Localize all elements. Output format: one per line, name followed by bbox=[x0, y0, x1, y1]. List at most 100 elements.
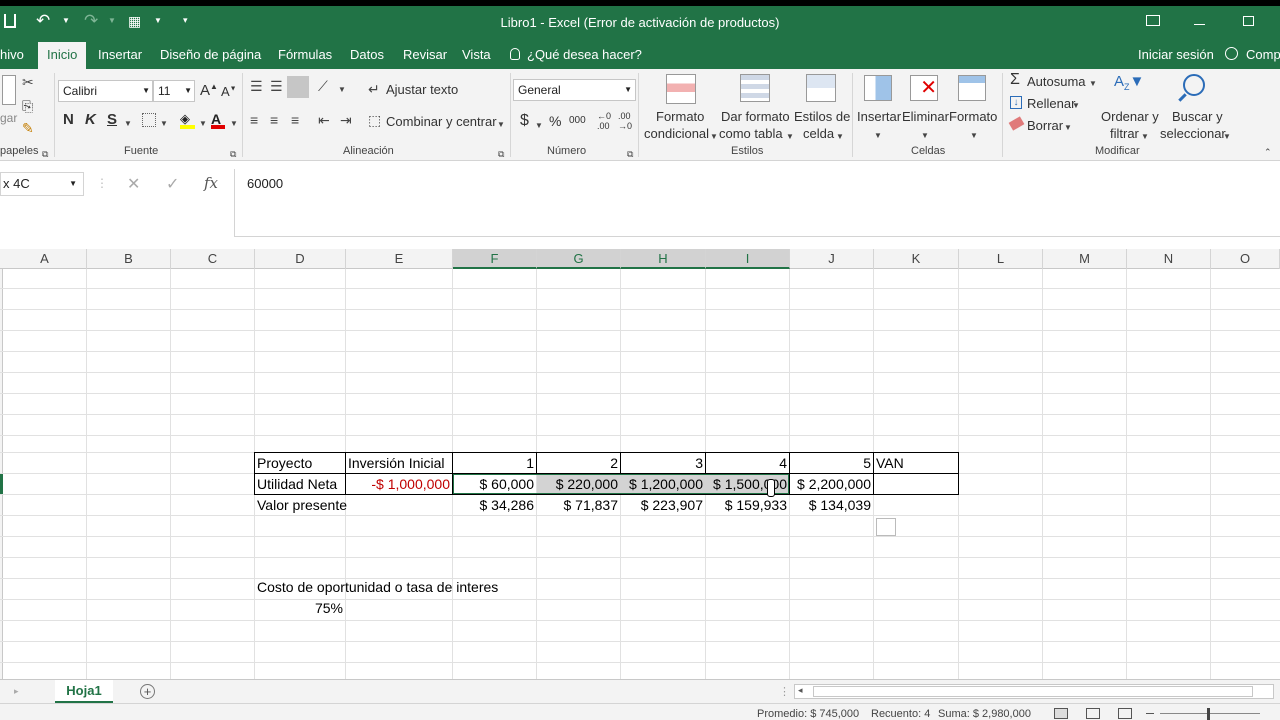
delete-cells-icon[interactable]: ✕ bbox=[910, 75, 938, 101]
comma-format-icon[interactable]: 000 bbox=[569, 115, 586, 126]
tell-me-search[interactable]: ¿Qué desea hacer? bbox=[527, 47, 642, 62]
wrap-text-icon[interactable]: ↵ bbox=[368, 82, 380, 96]
cell-e-inversion-value[interactable]: -$ 1,000,000 bbox=[345, 474, 452, 495]
conditional-format-label-2[interactable]: condicional bbox=[644, 126, 709, 141]
search-icon[interactable] bbox=[1183, 74, 1205, 96]
ribbon-display-icon[interactable] bbox=[1146, 15, 1160, 26]
scroll-thumb[interactable] bbox=[813, 686, 1253, 697]
find-select-label-2[interactable]: seleccionar bbox=[1160, 126, 1226, 141]
quick-analysis-icon[interactable] bbox=[876, 518, 896, 536]
restore-icon[interactable] bbox=[1243, 16, 1254, 26]
tab-insertar[interactable]: Insertar bbox=[98, 47, 142, 62]
formula-input[interactable]: 60000 bbox=[234, 169, 1280, 237]
share-button[interactable]: Comp bbox=[1246, 47, 1280, 62]
cell-i-utilidad[interactable]: $ 1,500,000 bbox=[706, 474, 789, 495]
cell-styles-icon[interactable] bbox=[806, 74, 836, 102]
number-format-select[interactable]: General ▼ bbox=[513, 79, 636, 101]
column-header-d[interactable]: D bbox=[255, 249, 346, 269]
cell-j-valor[interactable]: $ 134,039 bbox=[790, 495, 873, 516]
cell-d-rate[interactable]: 75% bbox=[254, 598, 345, 619]
cancel-icon[interactable]: ✕ bbox=[127, 174, 140, 194]
name-box[interactable]: x 4C ▼ bbox=[0, 172, 84, 196]
page-break-icon[interactable] bbox=[1118, 708, 1132, 719]
format-as-table-label-1[interactable]: Dar formato bbox=[721, 109, 790, 124]
sort-dropdown-icon[interactable]: ▼ bbox=[1141, 130, 1149, 144]
tab-archivo[interactable]: hivo bbox=[0, 47, 24, 62]
column-header-n[interactable]: N bbox=[1127, 249, 1211, 269]
align-center-icon[interactable]: ≡ bbox=[270, 113, 278, 127]
cell-k-van[interactable]: VAN bbox=[873, 453, 958, 474]
tab-revisar[interactable]: Revisar bbox=[403, 47, 447, 62]
delete-dropdown-icon[interactable]: ▼ bbox=[921, 129, 929, 143]
font-name-select[interactable]: Calibri ▼ bbox=[58, 80, 153, 102]
format-as-table-label-2[interactable]: como tabla bbox=[719, 126, 783, 141]
cell-f-year[interactable]: 1 bbox=[453, 453, 536, 474]
column-header-i[interactable]: I bbox=[706, 249, 790, 269]
font-color-icon[interactable]: A bbox=[211, 111, 225, 129]
grow-font-icon[interactable]: A▲ bbox=[200, 82, 218, 99]
insert-cells-icon[interactable] bbox=[864, 75, 892, 101]
zoom-slider-thumb[interactable] bbox=[1207, 708, 1210, 720]
shrink-font-icon[interactable]: A▼ bbox=[221, 84, 237, 99]
tab-formulas[interactable]: Fórmulas bbox=[278, 47, 332, 62]
fill-dropdown-icon[interactable]: ▼ bbox=[199, 117, 207, 131]
cell-d-costo-label[interactable]: Costo de oportunidad o tasa de interes bbox=[254, 577, 554, 598]
column-header-c[interactable]: C bbox=[171, 249, 255, 269]
orientation-icon[interactable]: ⟋ bbox=[318, 79, 328, 93]
currency-dropdown-icon[interactable]: ▼ bbox=[535, 119, 543, 133]
borders-dropdown-icon[interactable]: ▼ bbox=[160, 117, 168, 131]
fill-color-icon[interactable]: ◈ bbox=[180, 111, 195, 129]
column-header-l[interactable]: L bbox=[959, 249, 1043, 269]
column-header-o[interactable]: O bbox=[1211, 249, 1280, 269]
cell-e-inversion[interactable]: Inversión Inicial bbox=[345, 453, 452, 474]
sort-filter-icon[interactable]: AZ▼ bbox=[1114, 73, 1144, 92]
eraser-icon[interactable] bbox=[1008, 116, 1025, 131]
clear-button[interactable]: Borrar bbox=[1027, 118, 1063, 133]
autosum-dropdown-icon[interactable]: ▼ bbox=[1089, 77, 1097, 91]
cell-d-valor[interactable]: Valor presente bbox=[254, 495, 434, 516]
align-left-icon[interactable]: ≡ bbox=[250, 113, 258, 127]
align-middle-icon[interactable]: ☰ bbox=[270, 79, 283, 93]
align-right-icon[interactable]: ≡ bbox=[291, 113, 299, 127]
tab-vista[interactable]: Vista bbox=[462, 47, 491, 62]
fill-dropdown-icon[interactable]: ▼ bbox=[1072, 99, 1080, 113]
worksheet-grid[interactable]: Proyecto Inversión Inicial 1 2 3 4 5 VAN… bbox=[0, 269, 1280, 679]
font-color-dropdown-icon[interactable]: ▼ bbox=[230, 117, 238, 131]
horizontal-scrollbar[interactable]: ◂ bbox=[794, 684, 1274, 699]
italic-button[interactable]: K bbox=[85, 111, 96, 128]
increase-decimal-icon[interactable]: ←0.00 bbox=[597, 111, 611, 131]
insert-dropdown-icon[interactable]: ▼ bbox=[874, 129, 882, 143]
cut-icon[interactable]: ✂ bbox=[22, 75, 34, 89]
paste-label[interactable]: gar bbox=[0, 111, 17, 125]
decrease-decimal-icon[interactable]: .00 →0 bbox=[618, 111, 632, 131]
align-bottom-icon[interactable] bbox=[287, 76, 309, 98]
grip-icon[interactable]: ⋮ bbox=[96, 176, 108, 190]
cell-d-utilidad[interactable]: Utilidad Neta bbox=[254, 474, 345, 495]
fill-button[interactable]: Rellenar bbox=[1027, 96, 1075, 111]
sheet-tab-hoja1[interactable]: Hoja1 bbox=[55, 680, 113, 703]
insert-function-icon[interactable]: fx bbox=[204, 174, 218, 192]
format-painter-icon[interactable]: ✎ bbox=[22, 121, 34, 135]
wrap-text-button[interactable]: Ajustar texto bbox=[386, 82, 458, 97]
alignment-launcher-icon[interactable]: ⧉ bbox=[498, 147, 504, 161]
align-top-icon[interactable]: ☰ bbox=[250, 79, 263, 93]
autosum-button[interactable]: Autosuma bbox=[1027, 74, 1086, 89]
cell-styles-label-2[interactable]: celda bbox=[803, 126, 834, 141]
cell-h-year[interactable]: 3 bbox=[621, 453, 705, 474]
delete-cells-button[interactable]: Eliminar bbox=[902, 109, 949, 124]
split-handle-icon[interactable]: ⋮ bbox=[779, 685, 790, 698]
find-select-label-1[interactable]: Buscar y bbox=[1172, 109, 1223, 124]
column-header-b[interactable]: B bbox=[87, 249, 171, 269]
column-header-a[interactable]: A bbox=[3, 249, 87, 269]
merge-center-button[interactable]: Combinar y centrar bbox=[386, 114, 497, 129]
paste-icon[interactable] bbox=[2, 75, 16, 105]
find-dropdown-icon[interactable]: ▼ bbox=[1223, 130, 1231, 144]
copy-icon[interactable]: ⎘ bbox=[22, 99, 33, 113]
bold-button[interactable]: N bbox=[63, 111, 74, 128]
clear-dropdown-icon[interactable]: ▼ bbox=[1064, 121, 1072, 135]
percent-format-icon[interactable]: % bbox=[549, 113, 561, 129]
cell-j-year[interactable]: 5 bbox=[790, 453, 873, 474]
conditional-format-icon[interactable] bbox=[666, 74, 696, 104]
cell-f-valor[interactable]: $ 34,286 bbox=[453, 495, 536, 516]
cell-g-utilidad[interactable]: $ 220,000 bbox=[537, 474, 620, 495]
